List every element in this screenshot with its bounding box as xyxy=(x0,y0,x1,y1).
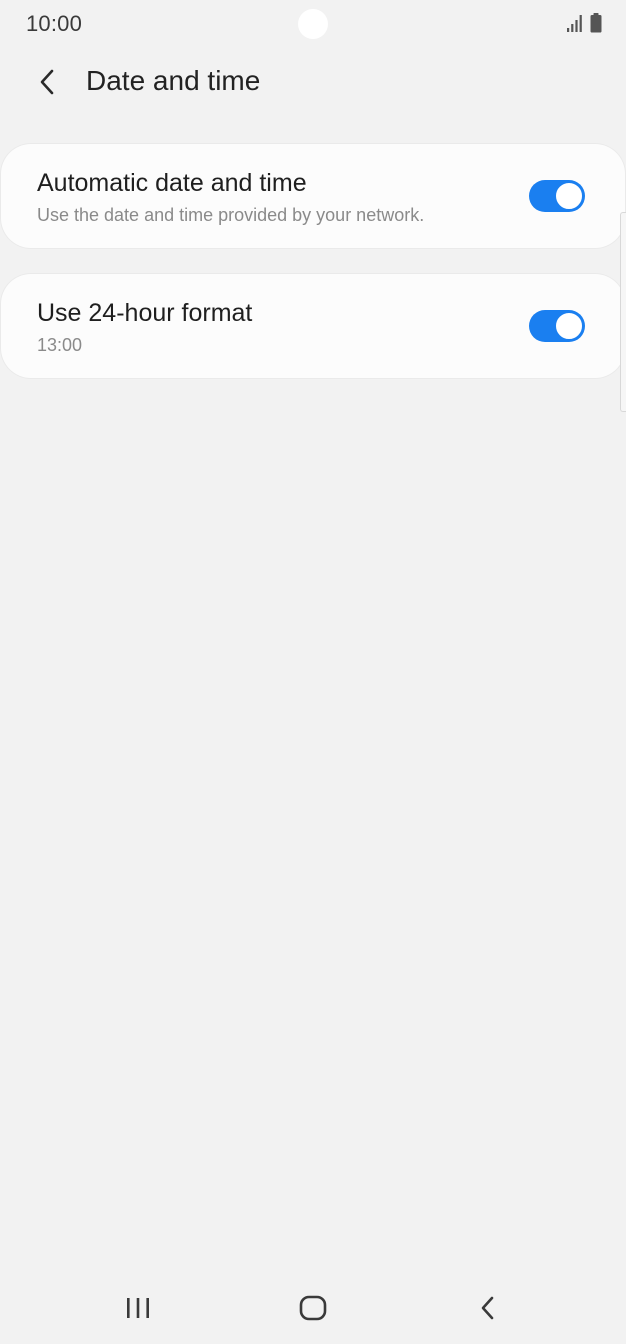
home-button[interactable] xyxy=(289,1288,337,1328)
navigation-bar xyxy=(0,1270,626,1344)
back-button[interactable] xyxy=(28,62,68,102)
front-camera-cutout xyxy=(298,9,328,39)
status-icons xyxy=(566,13,602,33)
signal-icon xyxy=(567,15,582,32)
battery-icon xyxy=(590,13,602,33)
back-icon xyxy=(481,1296,494,1320)
chevron-left-icon xyxy=(40,69,54,95)
status-time: 10:00 xyxy=(26,11,83,36)
scroll-indicator[interactable] xyxy=(620,212,626,412)
page-title: Date and time xyxy=(86,65,261,96)
home-icon xyxy=(299,1295,327,1321)
setting-subtitle: Use the date and time provided by your n… xyxy=(37,205,425,225)
nav-back-button[interactable] xyxy=(464,1288,512,1328)
setting-card-24-hour-format: Use 24-hour format 13:00 xyxy=(1,274,625,378)
setting-title: Use 24-hour format xyxy=(37,299,253,327)
app-header: Date and time xyxy=(0,56,626,112)
toggle-knob xyxy=(554,181,584,211)
recents-icon xyxy=(127,1298,149,1318)
recents-button[interactable] xyxy=(114,1288,162,1328)
automatic-date-time-toggle[interactable] xyxy=(529,180,585,212)
setting-title: Automatic date and time xyxy=(37,169,307,197)
setting-subtitle: 13:00 xyxy=(37,335,83,355)
setting-card-automatic-date-time: Automatic date and time Use the date and… xyxy=(1,144,625,248)
toggle-knob xyxy=(554,311,584,341)
setting-row-automatic-date-time[interactable]: Automatic date and time Use the date and… xyxy=(1,144,625,248)
24-hour-format-toggle[interactable] xyxy=(529,310,585,342)
setting-row-24-hour-format[interactable]: Use 24-hour format 13:00 xyxy=(1,274,625,378)
status-bar: 10:00 xyxy=(0,0,626,50)
